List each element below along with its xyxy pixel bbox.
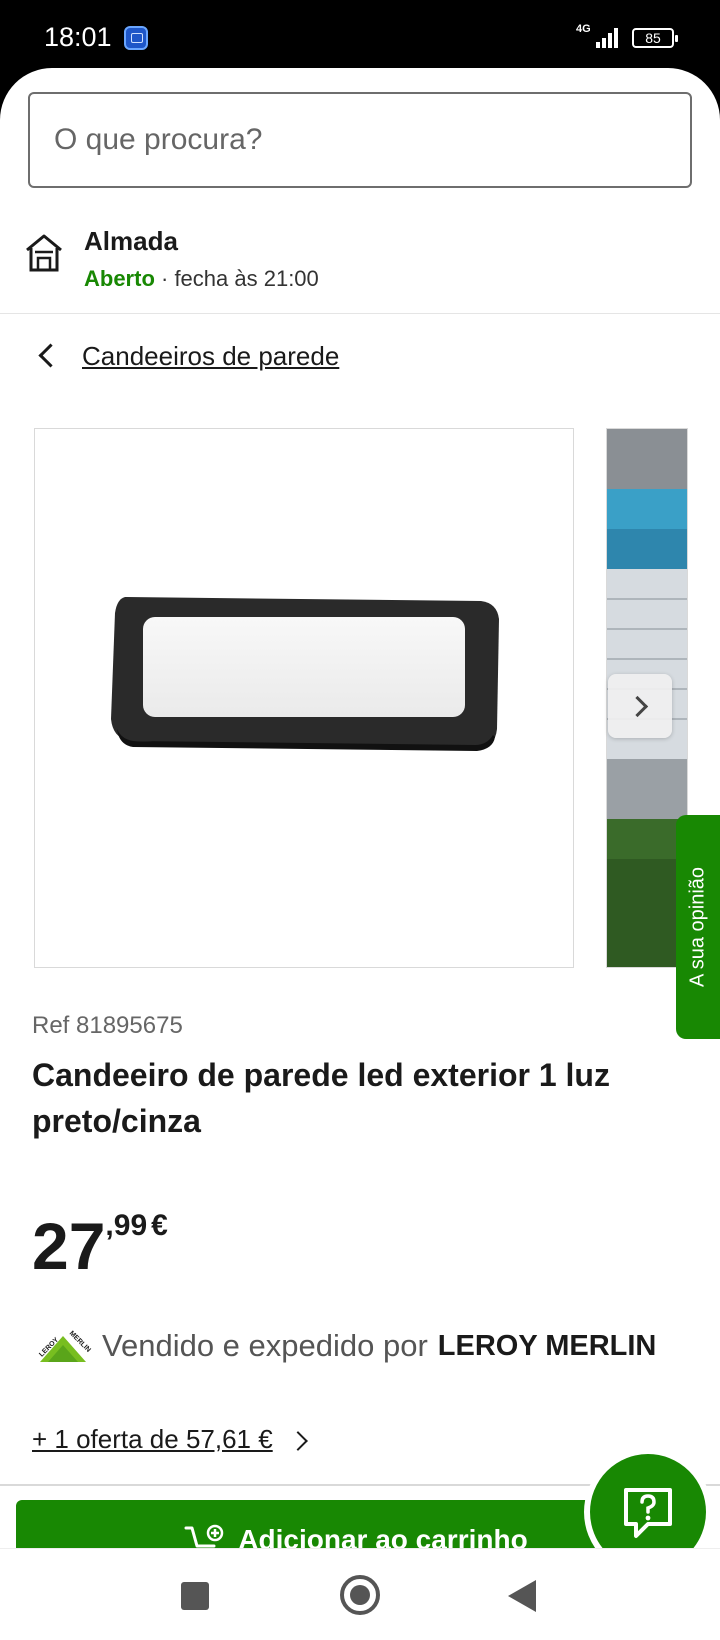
store-open-status: Aberto [84, 266, 155, 291]
store-selector[interactable]: Almada Aberto · fecha às 21:00 [0, 218, 720, 314]
network-type: 4G [576, 23, 591, 35]
battery-icon: 85 [632, 28, 678, 48]
other-offers[interactable]: + 1 oferta de 57,61 € [32, 1424, 307, 1455]
search-field[interactable] [28, 92, 692, 188]
status-bar: 18:01 4G 85 [0, 0, 720, 76]
price-currency: € [151, 1209, 168, 1242]
search-input[interactable] [30, 94, 690, 186]
product-lamp-image [111, 597, 499, 751]
message-app-icon [124, 26, 148, 50]
price-decimal: ,99 [105, 1209, 148, 1242]
add-to-cart-label: Adicionar ao carrinho [238, 1524, 528, 1548]
store-hours: Aberto · fecha às 21:00 [84, 266, 319, 292]
store-closing-time: · fecha às 21:00 [154, 266, 319, 291]
breadcrumb-link[interactable]: Candeeiros de parede [82, 341, 339, 372]
store-icon [26, 234, 62, 272]
gallery-next-button[interactable] [608, 674, 672, 738]
leroy-merlin-logo-icon: LEROY MERLIN [38, 1330, 92, 1362]
signal-icon [596, 26, 622, 48]
seller-brand: LEROY MERLIN [437, 1329, 657, 1362]
product-ref: Ref 81895675 [32, 1012, 183, 1039]
system-nav-bar [0, 1548, 720, 1640]
product-price: 27,99 € [32, 1208, 168, 1284]
seller-info: LEROY MERLIN Vendido e expedido por LERO… [34, 1326, 656, 1366]
help-question-icon [624, 1488, 672, 1538]
feedback-label: A sua opinião [686, 866, 709, 988]
chevron-left-icon[interactable] [36, 344, 60, 368]
breadcrumb[interactable]: Candeeiros de parede [36, 336, 339, 376]
chevron-right-icon [291, 1432, 307, 1448]
cart-add-icon [184, 1524, 224, 1548]
store-name: Almada [84, 226, 178, 256]
feedback-tab[interactable]: A sua opinião [676, 815, 720, 1039]
page: Almada Aberto · fecha às 21:00 Candeeiro… [0, 68, 720, 1548]
recent-apps-icon[interactable] [181, 1582, 209, 1610]
help-chat-button[interactable] [584, 1448, 712, 1548]
status-time: 18:01 [44, 22, 112, 52]
back-icon[interactable] [508, 1580, 536, 1612]
other-offers-link[interactable]: + 1 oferta de 57,61 € [32, 1424, 273, 1455]
price-integer: 27 [32, 1209, 106, 1283]
product-image[interactable] [34, 428, 574, 968]
seller-text: Vendido e expedido por [102, 1328, 428, 1363]
product-title: Candeeiro de parede led exterior 1 luz p… [32, 1057, 610, 1139]
home-icon[interactable] [340, 1575, 380, 1615]
